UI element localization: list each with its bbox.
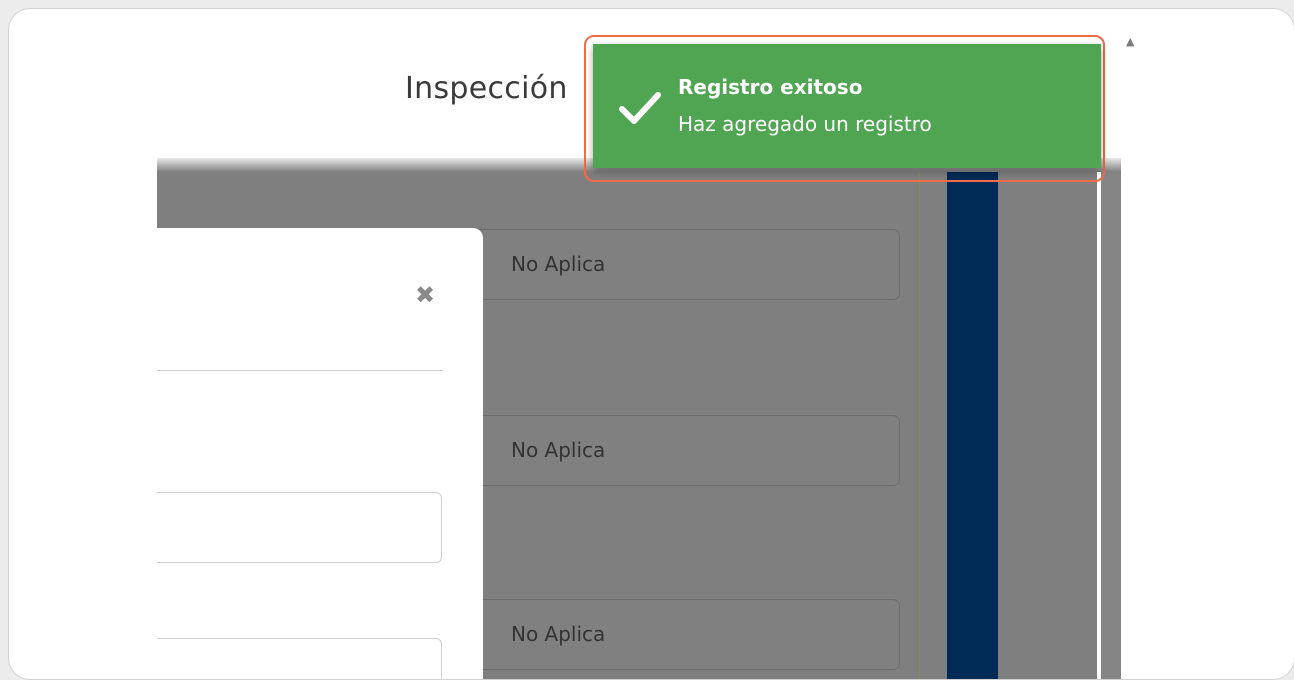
select-field-2[interactable]: No Aplica: [466, 415, 900, 486]
page-title: Inspección: [405, 71, 568, 106]
modal-dialog: ✖: [157, 228, 483, 679]
column-divider: [919, 172, 920, 679]
scrollbar-track: [1101, 172, 1121, 679]
scroll-up-arrow-icon[interactable]: ▲: [1126, 35, 1134, 48]
side-navigation-bar: [947, 172, 998, 679]
modal-input-field-2[interactable]: [157, 638, 442, 679]
checkmark-icon: [619, 92, 661, 124]
close-icon[interactable]: ✖: [415, 283, 435, 307]
modal-input-field-1[interactable]: [157, 492, 442, 563]
select-field-1[interactable]: No Aplica: [466, 229, 900, 300]
modal-backdrop-overlay: No Aplica No Aplica No Aplica ✖: [157, 158, 1121, 679]
modal-header-divider: [157, 370, 443, 371]
success-toast[interactable]: Registro exitoso Haz agregado un registr…: [593, 44, 1101, 168]
select-field-3[interactable]: No Aplica: [466, 599, 900, 670]
toast-title: Registro exitoso: [678, 75, 863, 99]
browser-frame: Inspección No Aplica No Aplica No Aplica…: [8, 8, 1294, 680]
toast-message: Haz agregado un registro: [678, 112, 932, 136]
